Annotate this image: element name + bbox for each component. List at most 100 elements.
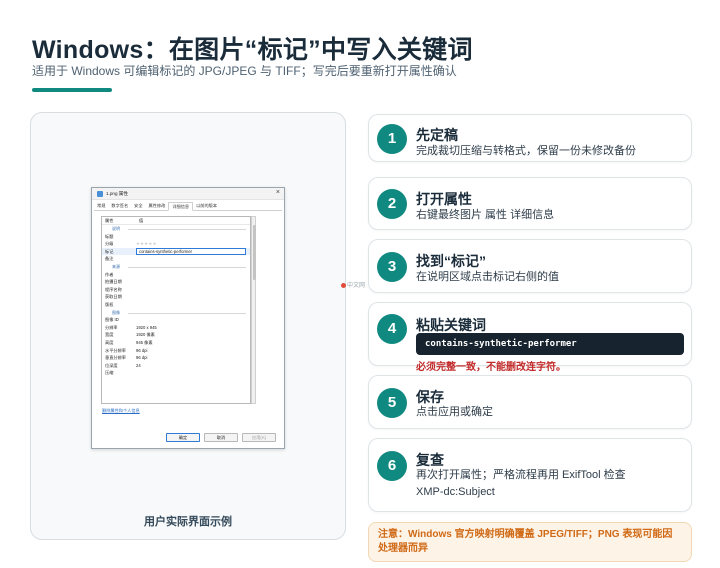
detail-value: 96 dpi	[136, 347, 148, 353]
page-title: Windows：在图片“标记”中写入关键词	[32, 36, 473, 64]
detail-value: 1920 像素	[136, 332, 155, 338]
step-number-badge: 4	[377, 314, 407, 344]
step-card-2: 2 打开属性 右键最终图片 属性 详细信息	[368, 177, 692, 230]
detail-value: 1920 x 945	[136, 324, 157, 330]
accent-bar	[32, 88, 112, 92]
detail-key: 拍摄日期	[105, 279, 122, 285]
detail-key: 水平分辨率	[105, 347, 126, 353]
step-card-6: 6 复查 再次打开属性；严格流程再用 ExifTool 检查 XMP-dc:Su…	[368, 438, 692, 512]
rating-stars[interactable]: ★★★★★	[136, 240, 250, 248]
step-title: 先定稿	[416, 127, 458, 143]
detail-key: 程序名称	[105, 286, 122, 292]
detail-row[interactable]: 程序名称	[102, 286, 250, 294]
detail-row[interactable]: 获取日期	[102, 293, 250, 301]
detail-key: 位深度	[105, 362, 118, 368]
detail-row[interactable]: 分辨率 1920 x 945	[102, 324, 250, 332]
detail-value	[136, 369, 250, 377]
warning-text: 必须完整一致，不能删改连字符。	[416, 362, 566, 373]
detail-value	[136, 293, 250, 301]
detail-row[interactable]: 宽度 1920 像素	[102, 331, 250, 339]
remove-properties-link[interactable]: 删除属性和个人信息	[102, 408, 140, 414]
screenshot-caption: 用户实际界面示例	[144, 516, 232, 528]
watermark-logo-icon	[341, 282, 346, 288]
apply-button[interactable]: 应用(A)	[242, 433, 276, 442]
keyword-code-box[interactable]: contains-synthetic-performer	[416, 333, 684, 355]
detail-row[interactable]: 作者	[102, 271, 250, 279]
step-number-badge: 6	[377, 451, 407, 481]
detail-key: 垂直分辨率	[105, 355, 126, 361]
detail-row[interactable]: 版权	[102, 301, 250, 309]
detail-value: 24	[136, 362, 141, 368]
column-header-value[interactable]: 值	[136, 217, 143, 224]
column-header-property[interactable]: 属性	[102, 217, 136, 224]
detail-row[interactable]: 备注	[102, 255, 250, 263]
detail-key: 标记	[105, 248, 114, 254]
detail-key: 分辨率	[105, 324, 118, 330]
dialog-titlebar: 1.png 属性 ×	[92, 188, 284, 200]
tab-property-edit[interactable]: 属性修改	[146, 202, 169, 210]
detail-row[interactable]: 高度 945 像素	[102, 339, 250, 347]
step-title: 打开属性	[416, 191, 472, 207]
detail-key: 版权	[105, 301, 114, 307]
scrollbar-thumb[interactable]	[252, 225, 256, 280]
step-title: 找到“标记”	[416, 253, 486, 269]
tab-details[interactable]: 详细信息	[168, 202, 194, 211]
tab-general[interactable]: 常规	[94, 202, 108, 210]
ok-button[interactable]: 确定	[166, 433, 200, 442]
detail-key: 获取日期	[105, 294, 122, 300]
detail-row[interactable]: 垂直分辨率 96 dpi	[102, 354, 250, 362]
screenshot-panel: 1.png 属性 × 常规 数字签名 安全 属性修改 详细信息 以前的版本 属性…	[30, 112, 346, 540]
detail-key: 高度	[105, 339, 114, 345]
step-number-badge: 1	[377, 124, 407, 154]
group-description: 说明	[102, 225, 250, 233]
detail-value	[136, 233, 250, 241]
watermark: 中文网	[341, 280, 365, 289]
cancel-button[interactable]: 取消	[204, 433, 238, 442]
tab-digital-signatures[interactable]: 数字签名	[108, 202, 131, 210]
detail-row-tags[interactable]: 标记 contains-synthetic-performer	[102, 247, 250, 256]
compatibility-note: 注意：Windows 官方映射明确覆盖 JPEG/TIFF；PNG 表现可能因处…	[368, 522, 692, 562]
detail-key: 标题	[105, 233, 114, 239]
group-image: 图像	[102, 309, 250, 317]
details-list: 属性 值 说明 标题 分级 ★★★★★ 标记 contains-synthetic-…	[101, 216, 251, 404]
step-description: 在说明区域点击标记右侧的值	[416, 271, 559, 283]
detail-value	[136, 301, 250, 309]
step-description-line-2: XMP-dc:Subject	[416, 486, 495, 498]
step-number-badge: 3	[377, 252, 407, 282]
detail-value	[136, 278, 250, 286]
detail-key: 备注	[105, 256, 114, 262]
detail-value	[136, 316, 250, 324]
detail-row[interactable]: 图像 ID	[102, 316, 250, 324]
step-description: 点击应用或确定	[416, 406, 493, 418]
detail-key: 分级	[105, 241, 114, 247]
step-description: 完成裁切压缩与转格式，保留一份未修改备份	[416, 145, 636, 157]
step-card-5: 5 保存 点击应用或确定	[368, 375, 692, 429]
step-number-badge: 2	[377, 189, 407, 219]
dialog-buttons: 确定 取消 应用(A)	[166, 433, 276, 442]
detail-value	[136, 255, 250, 263]
watermark-text: 中文网	[347, 283, 366, 289]
tab-security[interactable]: 安全	[131, 202, 145, 210]
step-card-3: 3 找到“标记” 在说明区域点击标记右侧的值	[368, 239, 692, 293]
details-scrollbar[interactable]	[251, 216, 256, 404]
tags-input[interactable]: contains-synthetic-performer	[136, 248, 246, 256]
detail-row[interactable]: 拍摄日期	[102, 278, 250, 286]
detail-row[interactable]: 标题	[102, 233, 250, 241]
step-description: 再次打开属性；严格流程再用 ExifTool 检查	[416, 469, 626, 481]
tab-previous-versions[interactable]: 以前的版本	[193, 202, 220, 210]
detail-row[interactable]: 压缩	[102, 369, 250, 377]
image-file-icon	[97, 191, 103, 197]
detail-key: 压缩	[105, 370, 114, 376]
detail-key: 图像 ID	[105, 317, 119, 323]
detail-row[interactable]: 分级 ★★★★★	[102, 240, 250, 248]
detail-value	[136, 271, 250, 279]
detail-value	[136, 286, 250, 294]
detail-value: 96 dpi	[136, 355, 148, 361]
detail-value: 945 像素	[136, 339, 153, 345]
close-icon[interactable]: ×	[276, 189, 280, 196]
step-title: 粘贴关键词	[416, 317, 486, 333]
detail-key: 宽度	[105, 332, 114, 338]
detail-row[interactable]: 位深度 24	[102, 362, 250, 370]
group-origin: 来源	[102, 263, 250, 271]
detail-row[interactable]: 水平分辨率 96 dpi	[102, 347, 250, 355]
